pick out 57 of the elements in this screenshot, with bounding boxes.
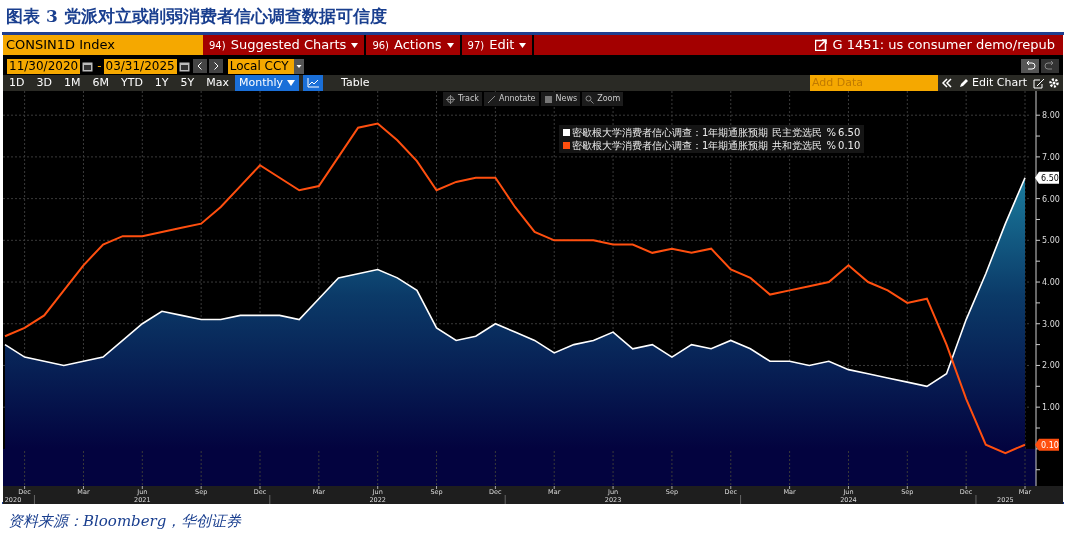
caret-icon [287, 80, 296, 86]
currency-dropdown[interactable]: Local CCY [227, 58, 294, 74]
chart-tool-button[interactable]: Track [443, 92, 482, 106]
external-link-icon[interactable] [814, 39, 827, 51]
menu-number: 94) [209, 38, 226, 53]
axis-label: 6.00 [1042, 194, 1060, 204]
calendar-icon[interactable] [178, 60, 190, 72]
legend-value: 0.10 [838, 139, 861, 152]
line-chart-icon [307, 78, 320, 88]
menu-number: 97) [467, 38, 485, 53]
date-field[interactable]: 11/30/2020 [7, 58, 81, 74]
chart-title: G 1451: us consumer demo/repub [832, 36, 1055, 55]
caret-icon [446, 42, 454, 48]
axis-label: 1.00 [1042, 403, 1060, 413]
newspaper-icon [543, 94, 553, 104]
axis-label: 3.00 [1042, 319, 1060, 329]
periodicity-dropdown[interactable]: Monthly [235, 75, 300, 91]
source-note: 资料来源：Bloomberg，华创证券 [7, 511, 243, 532]
chart-tool-button[interactable]: News [540, 92, 581, 106]
chevron-right-icon[interactable] [208, 59, 223, 73]
settings-icon[interactable] [1048, 75, 1060, 91]
legend-label: 密歇根大学消费者信心调查：1年期通胀预期 民主党选民 [572, 126, 822, 139]
chevron-left-icon[interactable] [192, 59, 207, 73]
pencil-icon [958, 78, 969, 88]
chart-tool-button[interactable]: Annotate [483, 92, 539, 106]
menu-number: 96) [372, 38, 390, 53]
undo-icon[interactable] [1021, 59, 1039, 73]
redo-icon[interactable] [1041, 59, 1059, 73]
figure-title: 图表 3 党派对立或削弱消费者信心调查数据可信度 [5, 5, 388, 28]
menu-label: Edit [489, 36, 515, 55]
value-tag: 6.50 [1035, 171, 1059, 184]
edit-chart-button[interactable]: Edit Chart [955, 75, 1030, 91]
search-icon [585, 94, 595, 104]
value-tag: 0.10 [1035, 438, 1059, 451]
axis-label: 2.00 [1042, 361, 1060, 371]
legend-swatch [563, 142, 570, 149]
axis-label: 8.00 [1042, 111, 1060, 121]
legend-unit: % [826, 139, 837, 152]
legend-label: 密歇根大学消费者信心调查：1年期通胀预期 共和党选民 [572, 139, 822, 152]
axis-label: 7.00 [1042, 152, 1060, 162]
caret-icon [519, 42, 527, 48]
menu-label: Actions [394, 36, 442, 55]
caret-icon [351, 42, 359, 48]
axis-label: 5.00 [1042, 236, 1060, 246]
line-chart-button[interactable] [303, 75, 324, 91]
legend-swatch [563, 129, 570, 136]
calendar-icon[interactable] [82, 60, 94, 72]
date-field[interactable]: 03/31/2025 [103, 58, 177, 74]
menu-label: Suggested Charts [230, 36, 347, 55]
legend-unit: % [826, 126, 837, 139]
pencil-line-icon [486, 94, 496, 104]
ticker-field[interactable]: CONSIN1D Index [3, 35, 203, 55]
crosshair-icon [446, 94, 455, 104]
date-separator: - [97, 58, 102, 75]
legend-value: 6.50 [838, 126, 861, 139]
chart-tool-button[interactable]: Zoom [582, 92, 624, 106]
axis-label: 4.00 [1042, 278, 1060, 288]
